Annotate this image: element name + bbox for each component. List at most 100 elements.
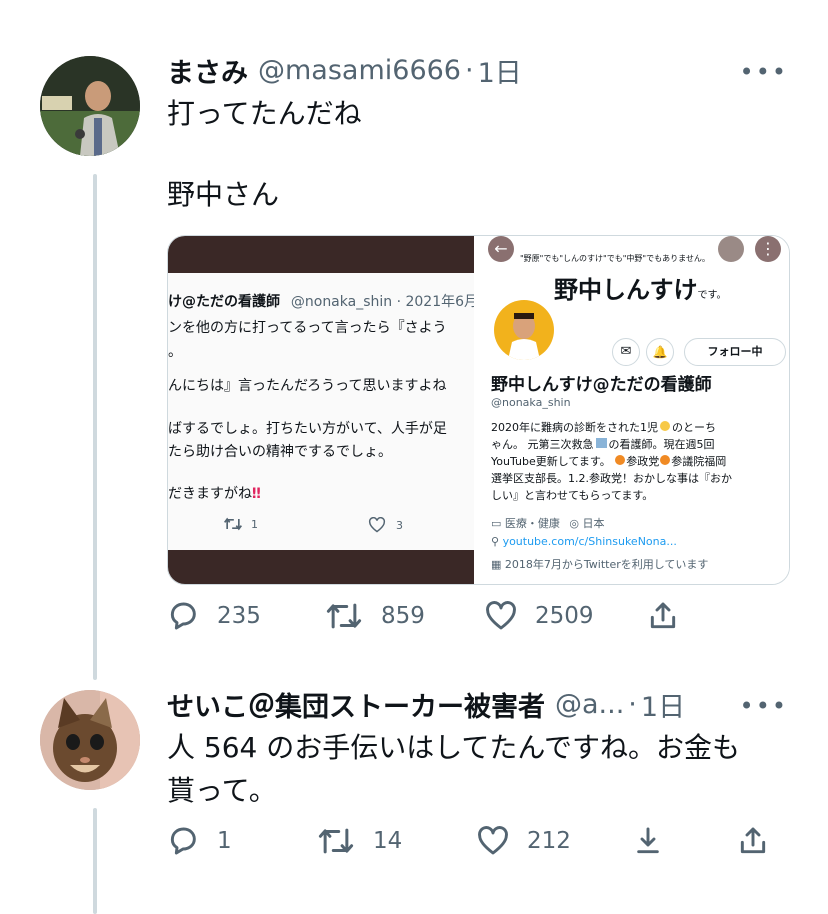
bio-line: しい』と言わせてもらってます。 <box>491 489 654 502</box>
cat-avatar-icon <box>40 690 140 790</box>
orange-circle-icon <box>615 455 626 465</box>
reply-button[interactable]: 1 <box>167 825 317 857</box>
embedded-line: んにちは』言ったんだろうって思いますよね <box>168 378 447 394</box>
embedded-meta: @nonaka_shin · 2021年6月 <box>290 294 479 310</box>
share-icon <box>740 827 766 854</box>
banner-desu: です。 <box>697 290 727 301</box>
screenshot-left: け@ただの看護師 @nonaka_shin · 2021年6月 ンを他の方に打っ… <box>168 236 478 584</box>
reply-count: 1 <box>217 828 232 854</box>
tweet-text-line: 人 564 のお手伝いはしてたんですね。お金も <box>167 731 741 764</box>
bio-text: ゃん。 元第三次救急 <box>491 438 594 451</box>
location-pin-icon: ◎ <box>569 517 580 530</box>
heart-icon <box>368 517 386 533</box>
like-button[interactable]: 2509 <box>485 601 647 631</box>
more-options-icon[interactable]: ••• <box>740 692 788 720</box>
tweet-text-line: 貰って。 <box>167 774 277 807</box>
kebab-menu-icon: ⋮ <box>755 236 781 262</box>
retweet-button[interactable]: 14 <box>317 826 477 856</box>
separator-dot: · <box>628 688 637 720</box>
tweet-actions: 1 14 212 <box>167 825 769 857</box>
avatar-photo-icon <box>40 56 140 156</box>
profile-joined: 2018年7月からTwitterを利用しています <box>504 558 709 571</box>
retweet-count: 14 <box>373 828 403 854</box>
message-icon: ✉ <box>612 338 640 366</box>
like-count: 212 <box>527 828 571 854</box>
avatar[interactable] <box>40 56 140 156</box>
orange-circle-icon <box>660 455 671 465</box>
dark-band <box>168 550 474 584</box>
banner-caption: "野原"でも"しんのすけ"でも"中野"でもありません。 <box>520 254 710 263</box>
reply-count: 235 <box>217 603 261 629</box>
embedded-text: だきますがね <box>168 486 252 502</box>
profile-joined-row: ▦ 2018年7月からTwitterを利用しています <box>491 556 708 572</box>
notification-bell-icon: 🔔 <box>646 338 674 366</box>
bio-text: の看護師。現在週5回 <box>608 438 715 451</box>
reply-icon <box>170 602 196 630</box>
embedded-retweet: 1 <box>223 517 258 531</box>
banner-title-text: 野中しんすけ <box>554 276 698 304</box>
profile-link-row: ⚲ youtube.com/c/ShinsukeNona... <box>491 535 677 548</box>
avatar[interactable] <box>40 690 140 790</box>
retweet-button[interactable]: 859 <box>325 601 485 631</box>
download-icon <box>637 827 659 854</box>
avatar-photo-icon <box>508 313 540 360</box>
share-button[interactable] <box>737 825 769 857</box>
bio-line: ゃん。 元第三次救急 の看護師。現在週5回 <box>491 437 715 453</box>
tweet-text-line: 打ってたんだね <box>167 97 362 130</box>
bio-text: 2020年に難病の診断をされた1児 <box>491 421 658 434</box>
calendar-icon: ▦ <box>491 558 502 571</box>
face-emoji-icon <box>660 421 670 431</box>
bio-text: 参政党 <box>626 455 660 468</box>
screenshot-right-profile: ← ⋮ "野原"でも"しんのすけ"でも"中野"でもありません。 野中しんすけです… <box>474 236 789 584</box>
timestamp[interactable]: 1日 <box>478 51 522 90</box>
heart-icon <box>478 826 508 855</box>
embedded-name: け@ただの看護師 <box>168 294 280 310</box>
download-button[interactable] <box>632 825 737 857</box>
embedded-line: だきますがね‼ <box>168 483 261 503</box>
profile-meta: ▭ 医療・健康 ◎ 日本 <box>491 515 605 531</box>
tweet-header: せいこ＠集団ストーカー被害者 @a... · 1日 <box>167 684 685 724</box>
bio-line: 選挙区支部長。1.2.参政党！おかしな事は『おか <box>491 472 732 485</box>
follow-button: フォロー中 <box>684 338 786 366</box>
share-button[interactable] <box>647 600 679 632</box>
thread-line <box>93 174 97 680</box>
reply-icon <box>170 827 196 855</box>
link-icon: ⚲ <box>491 535 500 548</box>
double-exclamation-icon: ‼ <box>252 486 261 502</box>
embedded-line: 。 <box>168 344 182 360</box>
embedded-line: ばするでしょ。打ちたい方がいて、人手が足 <box>168 421 447 437</box>
retweet-icon <box>326 603 362 629</box>
tweet-image[interactable]: け@ただの看護師 @nonaka_shin · 2021年6月 ンを他の方に打っ… <box>167 235 790 585</box>
profile-display-name: 野中しんすけ@ただの看護師 <box>491 375 712 395</box>
display-name[interactable]: まさみ <box>167 51 248 90</box>
like-button[interactable]: 212 <box>477 826 632 856</box>
briefcase-icon: ▭ <box>491 517 502 530</box>
profile-category: 医療・健康 <box>504 517 560 530</box>
user-handle[interactable]: @masami6666 <box>258 55 461 86</box>
more-options-icon[interactable]: ••• <box>740 58 788 86</box>
hospital-emoji-icon <box>595 438 607 448</box>
embedded-line: ンを他の方に打ってるって言ったら『さよう <box>168 320 447 336</box>
reply-button[interactable]: 235 <box>167 600 325 632</box>
thread-line <box>93 808 97 914</box>
display-name[interactable]: せいこ＠集団ストーカー被害者 <box>167 685 545 724</box>
bio-text: 参議院福岡 <box>671 455 727 468</box>
tweet-text-line: 野中さん <box>167 178 280 211</box>
profile-link: youtube.com/c/ShinsukeNona... <box>502 535 677 548</box>
embedded-line: たら助け合いの精神でするでしょ。 <box>168 444 392 460</box>
back-arrow-icon: ← <box>488 236 514 262</box>
profile-location: 日本 <box>582 517 605 530</box>
profile-handle: @nonaka_shin <box>491 396 571 409</box>
retweet-count: 859 <box>381 603 425 629</box>
bio-line: YouTube更新してます。 参政党 参議院福岡 <box>491 454 726 470</box>
timestamp[interactable]: 1日 <box>641 685 685 724</box>
bio-line: 2020年に難病の診断をされた1児 のとーち <box>491 420 716 436</box>
embedded-retweet-count: 1 <box>251 517 258 531</box>
embedded-header: け@ただの看護師 @nonaka_shin · 2021年6月 <box>168 291 478 311</box>
tweet-header: まさみ @masami6666 · 1日 <box>167 50 522 90</box>
tweet-actions: 235 859 2509 <box>167 600 679 632</box>
bio-text: YouTube更新してます。 <box>491 455 611 468</box>
banner-title: 野中しんすけです。 <box>554 270 727 305</box>
bio-text: のとーち <box>672 421 716 434</box>
user-handle[interactable]: @a... <box>555 689 624 720</box>
